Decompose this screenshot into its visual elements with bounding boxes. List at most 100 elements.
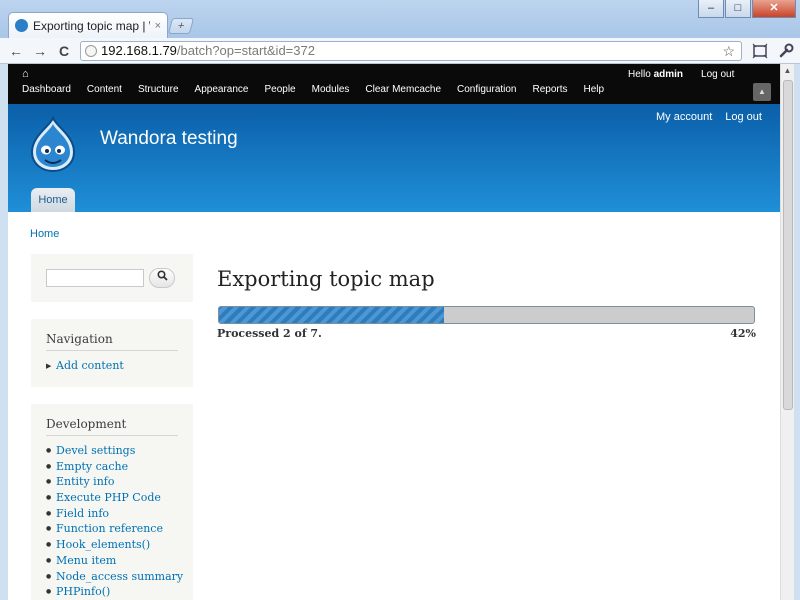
navigation-title: Navigation: [46, 332, 178, 351]
bookmark-star-icon[interactable]: ☆: [722, 42, 735, 60]
wrench-icon[interactable]: [778, 43, 794, 59]
dev-item-empty-cache[interactable]: ●Empty cache: [46, 460, 183, 476]
admin-greeting: Hello admin: [628, 69, 683, 80]
page-viewport: ⌂ Hello admin Log out Dashboard Content …: [8, 64, 780, 600]
greeting-text: Hello: [628, 69, 651, 80]
progress-bar: [218, 306, 755, 324]
url-path: /batch?op=start&id=372: [177, 43, 315, 58]
admin-toolbar-toggle-icon[interactable]: ▲: [753, 83, 771, 101]
admin-toolbar: ⌂ Hello admin Log out Dashboard Content …: [8, 64, 780, 104]
dev-item-function-reference[interactable]: ●Function reference: [46, 522, 183, 538]
navigation-block: Navigation ▶Add content: [31, 319, 193, 387]
window-controls: – □ ✕: [698, 0, 796, 18]
back-button[interactable]: ←: [8, 43, 24, 59]
breadcrumb[interactable]: Home: [30, 228, 59, 240]
address-bar[interactable]: 192.168.1.79/batch?op=start&id=372 ☆: [80, 41, 742, 61]
admin-menu-dashboard[interactable]: Dashboard: [22, 84, 71, 95]
dev-item-field-info[interactable]: ●Field info: [46, 507, 183, 523]
search-block: [31, 254, 193, 302]
bullet-icon: ●: [46, 557, 56, 564]
search-button[interactable]: [149, 268, 175, 288]
bullet-icon: ●: [46, 541, 56, 548]
dev-item-label: Empty cache: [56, 460, 128, 473]
window-frame-left: [0, 64, 8, 600]
development-list: ●Devel settings ●Empty cache ●Entity inf…: [46, 444, 183, 600]
dev-item-label: Devel settings: [56, 444, 135, 457]
admin-user-area: Hello admin Log out: [628, 69, 734, 80]
dev-item-label: Entity info: [56, 475, 114, 488]
admin-menu-content[interactable]: Content: [87, 84, 122, 95]
dev-item-label: Function reference: [56, 522, 163, 535]
admin-menu-clear-memcache[interactable]: Clear Memcache: [365, 84, 441, 95]
bullet-icon: ●: [46, 510, 56, 517]
bullet-icon: ●: [46, 573, 56, 580]
dev-item-menu-item[interactable]: ●Menu item: [46, 554, 183, 570]
secondary-menu: My account Log out: [656, 111, 762, 123]
navigation-list: ▶Add content: [46, 359, 124, 375]
page-menu-icon[interactable]: [752, 43, 768, 59]
tab-home[interactable]: Home: [31, 188, 75, 212]
dev-item-entity-info[interactable]: ●Entity info: [46, 475, 183, 491]
new-tab-button[interactable]: +: [168, 18, 194, 34]
bullet-icon: ●: [46, 588, 56, 595]
dev-item-execute-php[interactable]: ●Execute PHP Code: [46, 491, 183, 507]
my-account-link[interactable]: My account: [656, 111, 712, 123]
admin-menu-people[interactable]: People: [264, 84, 295, 95]
bullet-icon: ●: [46, 494, 56, 501]
collapsed-arrow-icon: ▶: [46, 362, 56, 370]
dev-item-hook-elements[interactable]: ●Hook_elements(): [46, 538, 183, 554]
progress-message: Processed 2 of 7.: [217, 327, 322, 340]
admin-menu-reports[interactable]: Reports: [533, 84, 568, 95]
drupal-favicon-icon: [15, 19, 28, 32]
home-icon[interactable]: ⌂: [22, 68, 29, 80]
development-title: Development: [46, 417, 178, 436]
window-frame-right: [794, 64, 800, 600]
admin-menu-help[interactable]: Help: [584, 84, 605, 95]
forward-button[interactable]: →: [32, 43, 48, 59]
dev-item-node-access-summary[interactable]: ●Node_access summary: [46, 570, 183, 586]
site-header: Wandora testing My account Log out Home: [8, 104, 780, 212]
nav-item-label: Add content: [56, 359, 124, 372]
page-icon: [85, 45, 97, 57]
dev-item-label: Node_access summary: [56, 570, 183, 583]
bullet-icon: ●: [46, 525, 56, 532]
admin-menu-appearance[interactable]: Appearance: [195, 84, 249, 95]
browser-toolbar: ← → C 192.168.1.79/batch?op=start&id=372…: [0, 38, 800, 64]
bullet-icon: ●: [46, 478, 56, 485]
browser-titlebar: Exporting topic map | Wand × + – □ ✕: [0, 0, 800, 38]
url-host: 192.168.1.79: [101, 43, 177, 58]
nav-item-add-content[interactable]: ▶Add content: [46, 359, 124, 375]
admin-menu-structure[interactable]: Structure: [138, 84, 179, 95]
progress-percent: 42%: [708, 327, 756, 340]
dev-item-label: Hook_elements(): [56, 538, 150, 551]
reload-button[interactable]: C: [56, 43, 72, 59]
search-icon: [157, 270, 168, 281]
dev-item-devel-settings[interactable]: ●Devel settings: [46, 444, 183, 460]
dev-item-phpinfo[interactable]: ●PHPinfo(): [46, 585, 183, 600]
drupal-logo-icon[interactable]: [30, 116, 76, 172]
dev-item-label: Execute PHP Code: [56, 491, 161, 504]
admin-logout-link[interactable]: Log out: [701, 69, 734, 80]
close-window-button[interactable]: ✕: [752, 0, 796, 18]
page-title: Exporting topic map: [217, 267, 435, 291]
search-input[interactable]: [46, 269, 144, 287]
development-block: Development ●Devel settings ●Empty cache…: [31, 404, 193, 600]
scroll-thumb[interactable]: [783, 80, 793, 410]
minimize-button[interactable]: –: [698, 0, 724, 18]
tab-close-icon[interactable]: ×: [155, 20, 161, 32]
admin-username: admin: [654, 69, 683, 80]
bullet-icon: ●: [46, 447, 56, 454]
dev-item-label: Menu item: [56, 554, 116, 567]
page-scrollbar[interactable]: ▲: [780, 64, 794, 600]
dev-item-label: Field info: [56, 507, 109, 520]
browser-tab[interactable]: Exporting topic map | Wand ×: [8, 12, 168, 38]
bullet-icon: ●: [46, 463, 56, 470]
admin-menu-configuration[interactable]: Configuration: [457, 84, 516, 95]
site-name[interactable]: Wandora testing: [100, 128, 238, 150]
admin-menu: Dashboard Content Structure Appearance P…: [22, 84, 604, 95]
scroll-up-icon[interactable]: ▲: [781, 64, 794, 78]
dev-item-label: PHPinfo(): [56, 585, 110, 598]
maximize-button[interactable]: □: [725, 0, 751, 18]
header-logout-link[interactable]: Log out: [725, 111, 762, 123]
admin-menu-modules[interactable]: Modules: [312, 84, 350, 95]
